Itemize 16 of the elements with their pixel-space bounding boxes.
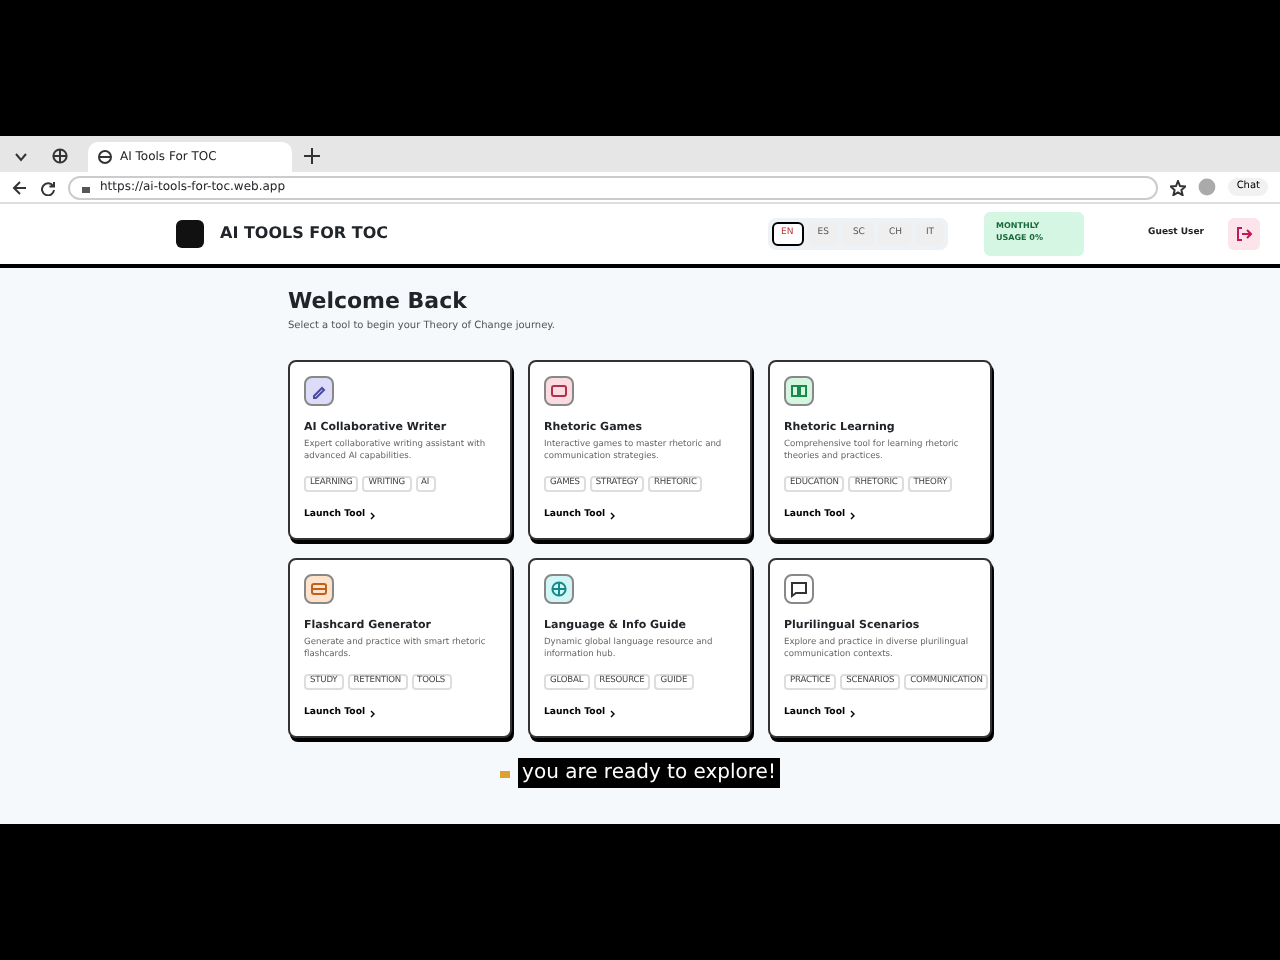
- chevron-icon: [609, 710, 616, 719]
- logout-button[interactable]: [1228, 218, 1260, 250]
- refresh-icon[interactable]: [40, 179, 56, 195]
- video-caption: you are ready to explore!: [518, 757, 780, 788]
- chevron-icon: [849, 710, 856, 719]
- chevron-icon: [369, 512, 376, 521]
- chevron-icon: [849, 512, 856, 521]
- page-title: Welcome Back: [288, 288, 469, 315]
- logo-icon: [176, 220, 204, 248]
- favorites-icon[interactable]: [1170, 179, 1187, 195]
- brand-name: AI TOOLS FOR TOC: [220, 222, 388, 246]
- chevron-icon: [369, 710, 376, 719]
- chevron-icon: [609, 512, 616, 521]
- new-tab-icon[interactable]: [304, 148, 320, 164]
- back-icon[interactable]: [12, 179, 28, 195]
- logout-icon: [1236, 226, 1252, 242]
